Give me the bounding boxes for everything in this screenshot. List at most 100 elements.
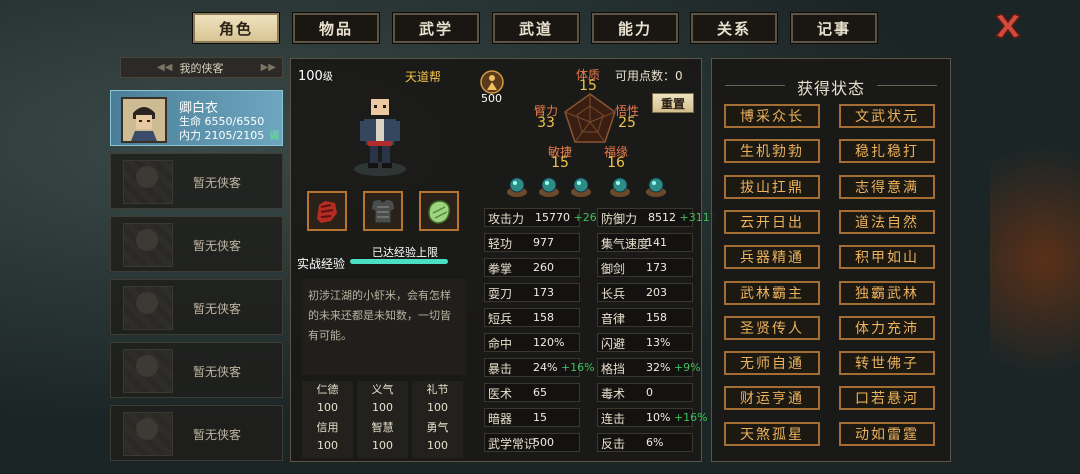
exp-status: 已达经验上限	[372, 246, 438, 259]
virtue-cell: 礼节 100	[412, 381, 463, 420]
status-badge[interactable]: 转世佛子	[839, 351, 935, 375]
status-badge[interactable]: 独霸武林	[839, 281, 935, 305]
glove-icon	[317, 201, 337, 223]
status-badge[interactable]: 动如雷霆	[839, 422, 935, 446]
exp-bar	[350, 259, 448, 264]
close-icon[interactable]	[992, 10, 1024, 42]
status-badge[interactable]: 志得意满	[839, 175, 935, 199]
gem-slot-icon[interactable]	[570, 176, 592, 198]
status-badge[interactable]: 拔山扛鼎	[724, 175, 820, 199]
tab-ability[interactable]: 能力	[591, 12, 679, 44]
potential-points: 500	[481, 92, 502, 105]
stat-row: 医术 65	[484, 383, 580, 402]
character-sprite	[354, 91, 406, 176]
attr-insight-value: 25	[618, 115, 636, 131]
status-badge[interactable]: 文武状元	[839, 104, 935, 128]
stat-row: 连击 10% +16%	[597, 408, 708, 427]
mp-label: 内力	[179, 129, 201, 142]
stat-row: 闪避 13%	[597, 333, 693, 352]
empty-slot-label: 暂无侠客	[193, 365, 242, 379]
hero-slot-empty[interactable]: 暂无侠客	[110, 153, 283, 209]
exp-label: 实战经验	[297, 257, 346, 271]
weapon-slot[interactable]	[307, 191, 347, 231]
tab-martial-arts[interactable]: 武学	[392, 12, 480, 44]
stat-row: 格挡 32% +9%	[597, 358, 701, 377]
hero-slot-empty[interactable]: 暂无侠客	[110, 342, 283, 398]
stat-row: 毒术 0	[597, 383, 693, 402]
status-badge[interactable]: 口若悬河	[839, 386, 935, 410]
status-title: 获得状态	[796, 79, 865, 98]
stat-row: 集气速度 141	[597, 233, 693, 252]
attr-agility-value: 15	[551, 155, 569, 171]
gem-slot-icon[interactable]	[609, 176, 631, 198]
hero-list-header: ◀◀ 我的侠客 ▶▶	[120, 57, 283, 78]
stat-row: 命中 120%	[484, 333, 580, 352]
tab-journal[interactable]: 记事	[790, 12, 878, 44]
mp-value: 2105/2105	[204, 129, 265, 142]
stat-row: 耍刀 173	[484, 283, 580, 302]
virtue-cell: 仁德 100	[302, 381, 353, 420]
stat-row: 暴击 24% +16%	[484, 358, 595, 377]
stat-row: 武学常识 500	[484, 433, 580, 452]
sect-name: 天道帮	[405, 70, 442, 84]
gem-slot-icon[interactable]	[645, 176, 667, 198]
status-badge[interactable]: 圣贤传人	[724, 316, 820, 340]
character-description: 初涉江湖的小虾米，会有怎样的未来还都是未知数，一切皆有可能。	[302, 279, 466, 375]
status-badge[interactable]: 道法自然	[839, 210, 935, 234]
armor-slot[interactable]	[363, 191, 403, 231]
stat-row: 御剑 173	[597, 258, 693, 277]
status-badge[interactable]: 积甲如山	[839, 245, 935, 269]
hero-slot-empty[interactable]: 暂无侠客	[110, 279, 283, 335]
avatar	[121, 97, 167, 143]
stat-row: 长兵 203	[597, 283, 693, 302]
available-points: 可用点数：0	[615, 69, 683, 83]
stat-row: 轻功 977	[484, 233, 580, 252]
tab-character[interactable]: 角色	[192, 12, 280, 44]
status-badge[interactable]: 武林霸主	[724, 281, 820, 305]
empty-slot-label: 暂无侠客	[193, 176, 242, 190]
status-badge[interactable]: 云开日出	[724, 210, 820, 234]
stat-row: 防御力 8512 +3117	[597, 208, 717, 227]
gem-slot-icon[interactable]	[538, 176, 560, 198]
right-arrow-icon[interactable]: ▶▶	[261, 62, 276, 73]
gem-slot-icon[interactable]	[506, 176, 528, 198]
tab-items[interactable]: 物品	[292, 12, 380, 44]
status-badge[interactable]: 生机勃勃	[724, 139, 820, 163]
status-badge[interactable]: 天煞孤星	[724, 422, 820, 446]
hero-slot-empty[interactable]: 暂无侠客	[110, 216, 283, 272]
jade-icon	[428, 200, 451, 224]
stat-row: 音律 158	[597, 308, 693, 327]
tune-button[interactable]: 调	[269, 127, 279, 142]
level: 100级	[298, 69, 333, 84]
attribute-pentagon	[564, 93, 616, 143]
hero-slot-empty[interactable]: 暂无侠客	[110, 405, 283, 461]
attr-constitution-value: 15	[579, 78, 597, 94]
stat-row: 拳掌 260	[484, 258, 580, 277]
left-arrow-icon[interactable]: ◀◀	[157, 62, 172, 73]
attr-fortune-value: 16	[607, 155, 625, 171]
virtue-cell: 智慧 100	[357, 419, 408, 458]
hero-list-title: 我的侠客	[179, 61, 224, 75]
tab-relations[interactable]: 关系	[690, 12, 778, 44]
status-badge[interactable]: 财运亨通	[724, 386, 820, 410]
status-badge[interactable]: 无师自通	[724, 351, 820, 375]
reset-button[interactable]: 重置	[652, 93, 694, 113]
virtue-cell: 义气 100	[357, 381, 408, 420]
stat-row: 短兵 158	[484, 308, 580, 327]
status-badge[interactable]: 博采众长	[724, 104, 820, 128]
virtue-cell: 勇气 100	[412, 419, 463, 458]
empty-slot-label: 暂无侠客	[193, 428, 242, 442]
attr-strength-value: 33	[537, 115, 555, 131]
armor-icon	[370, 198, 396, 224]
empty-slot-label: 暂无侠客	[193, 302, 242, 316]
stat-row: 反击 6%	[597, 433, 693, 452]
status-badge[interactable]: 兵器精通	[724, 245, 820, 269]
stat-row: 暗器 15	[484, 408, 580, 427]
virtue-cell: 信用 100	[302, 419, 353, 458]
status-badge[interactable]: 体力充沛	[839, 316, 935, 340]
hero-slot-selected[interactable]: 卿白衣 生命 6550/6550 内力 2105/2105 调	[110, 90, 283, 146]
tab-martial-way[interactable]: 武道	[492, 12, 580, 44]
stat-row: 攻击力 15770 +2686	[484, 208, 611, 227]
accessory-slot[interactable]	[419, 191, 459, 231]
status-badge[interactable]: 稳扎稳打	[839, 139, 935, 163]
